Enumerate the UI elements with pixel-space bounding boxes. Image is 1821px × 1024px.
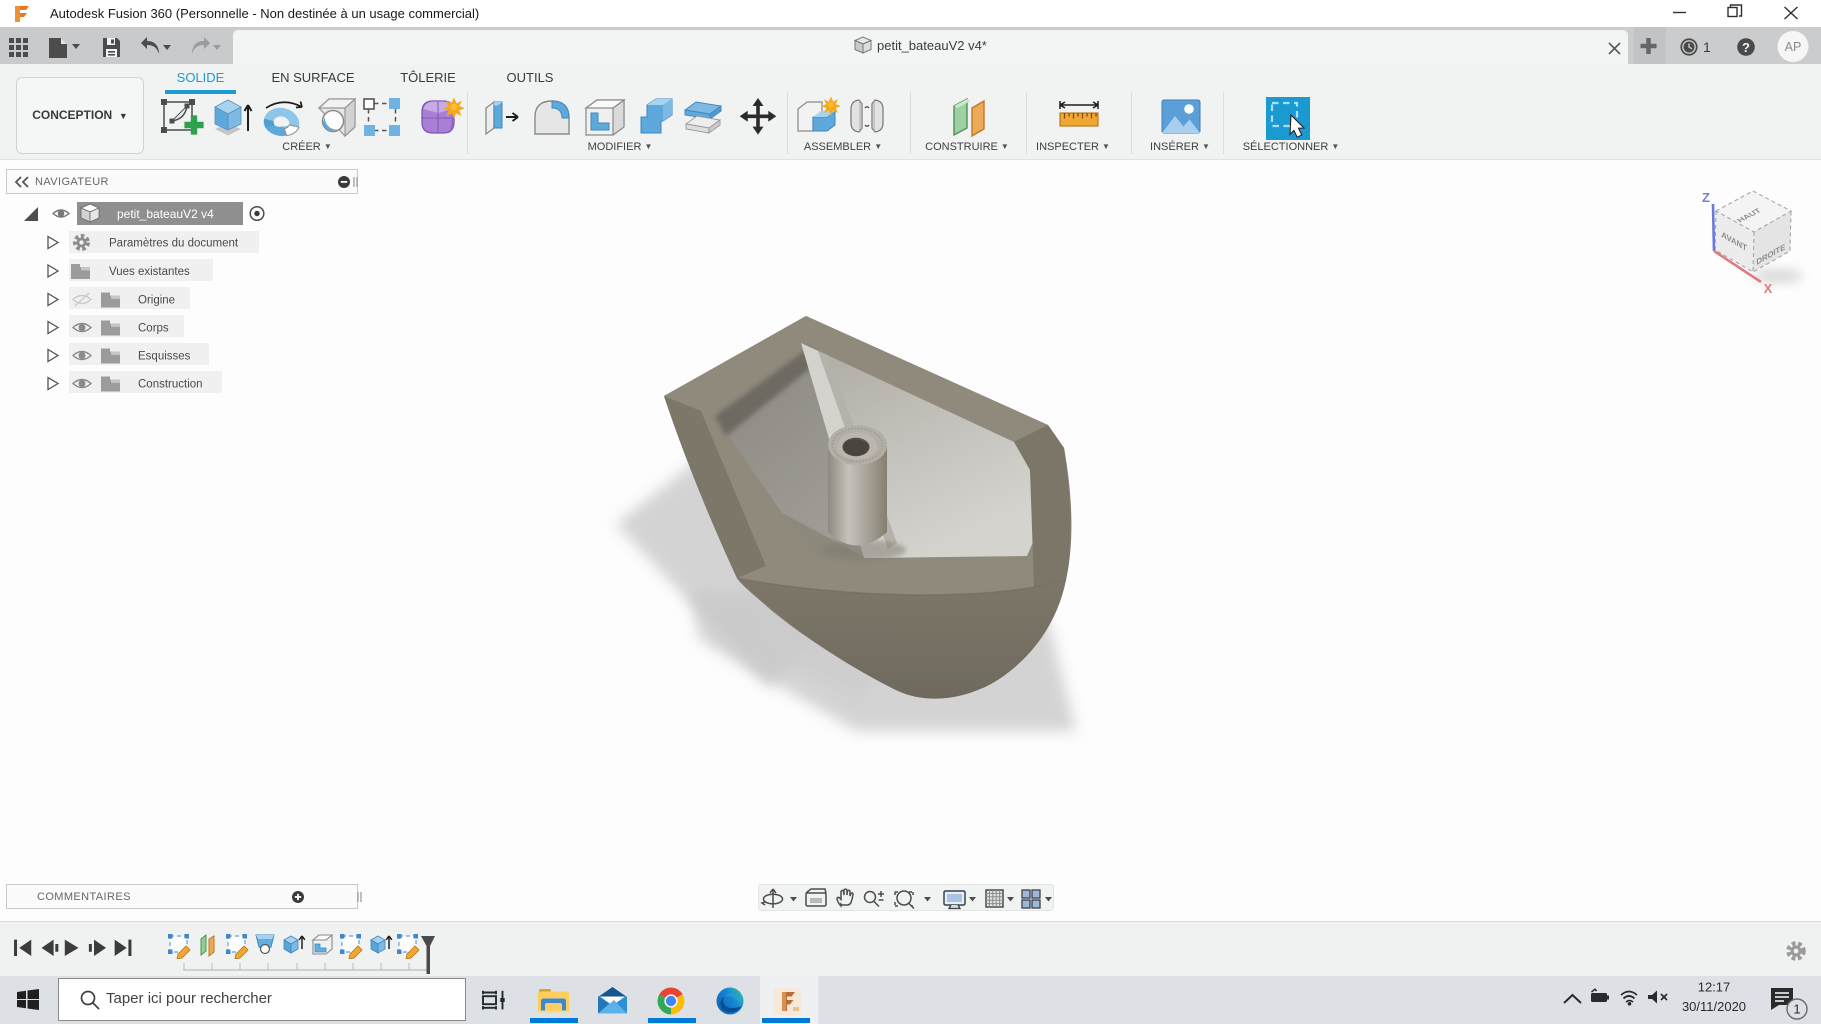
svg-text:1: 1 xyxy=(1793,1002,1800,1017)
svg-text:Origine: Origine xyxy=(138,295,175,307)
svg-text:Vues existantes: Vues existantes xyxy=(109,266,190,278)
svg-text:petit_bateauV2 v4: petit_bateauV2 v4 xyxy=(117,207,214,221)
svg-text:Z: Z xyxy=(1702,190,1710,205)
svg-text:30/11/2020: 30/11/2020 xyxy=(1682,999,1746,1014)
svg-text:Construction: Construction xyxy=(138,379,203,391)
svg-text:?: ? xyxy=(1742,40,1750,55)
svg-text:12:17: 12:17 xyxy=(1698,980,1731,995)
svg-text:1: 1 xyxy=(1703,39,1711,55)
svg-text:Esquisses: Esquisses xyxy=(138,351,191,363)
svg-text:Paramètres du document: Paramètres du document xyxy=(109,238,239,250)
svg-text:AP: AP xyxy=(1785,40,1802,54)
svg-text:X: X xyxy=(1764,281,1773,296)
svg-text:Corps: Corps xyxy=(138,323,169,335)
svg-text:petit_bateauV2 v4*: petit_bateauV2 v4* xyxy=(877,38,987,53)
